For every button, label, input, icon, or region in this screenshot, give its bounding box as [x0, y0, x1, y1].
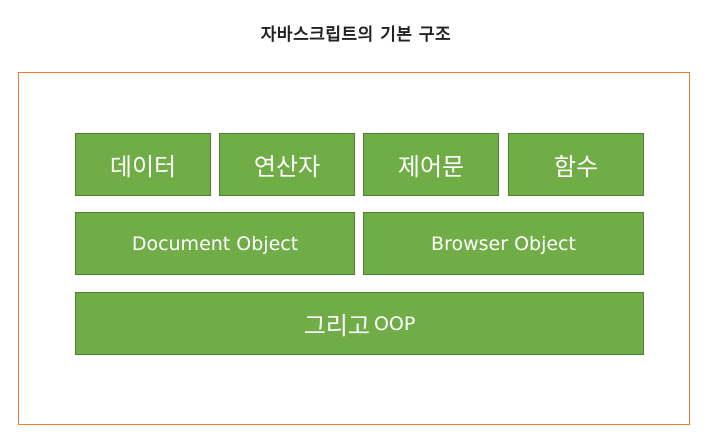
block-document-object: Document Object	[75, 212, 355, 275]
block-control-statements: 제어문	[363, 133, 499, 196]
block-functions: 함수	[508, 133, 644, 196]
block-data: 데이터	[75, 133, 211, 196]
block-operators: 연산자	[219, 133, 355, 196]
block-browser-object: Browser Object	[363, 212, 644, 275]
block-oop: 그리고 OOP	[75, 292, 644, 355]
block-oop-text: 그리고	[303, 312, 370, 340]
block-oop-suffix: OOP	[373, 312, 416, 335]
diagram-title: 자바스크립트의 기본 구조	[260, 25, 452, 45]
